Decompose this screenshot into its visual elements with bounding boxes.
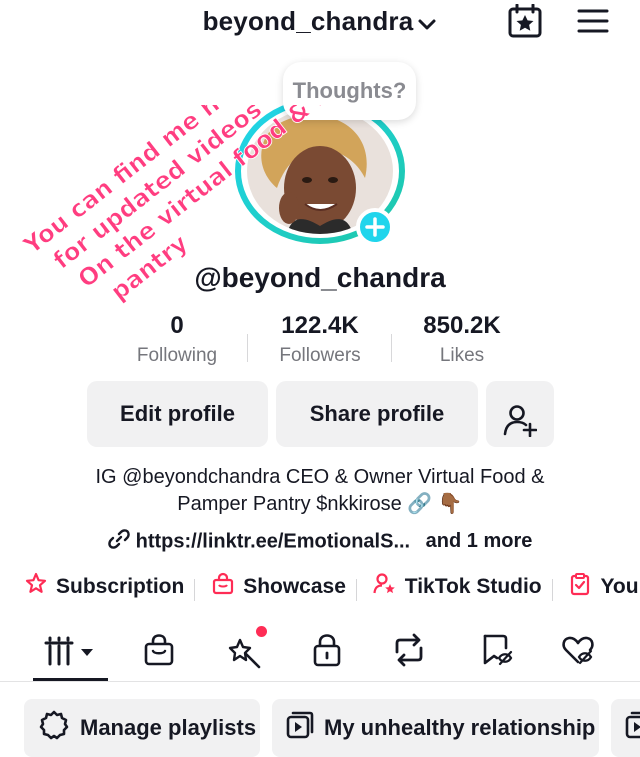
stat-followers[interactable]: 122.4K Followers <box>245 312 395 372</box>
shortcut-subscription[interactable]: Subscription <box>24 572 184 602</box>
playlist-chip-label: My unhealthy relationship <box>324 715 596 740</box>
shortcut-you-label: You <box>600 575 639 598</box>
playlist-icon <box>625 711 640 745</box>
bag-icon <box>141 634 177 672</box>
shortcut-showcase[interactable]: Showcase <box>211 572 346 602</box>
calendar-star-icon[interactable] <box>507 3 543 38</box>
following-label: Following <box>136 345 218 366</box>
tab-favorites[interactable] <box>479 632 519 672</box>
tab-shop[interactable] <box>141 632 181 672</box>
sparkle-wand-icon <box>226 638 266 676</box>
likes-label: Likes <box>439 345 485 366</box>
tab-private[interactable] <box>311 632 351 672</box>
bio-link-more[interactable]: and 1 more <box>426 530 533 552</box>
grid-bars-icon <box>44 636 100 676</box>
playlist-chip[interactable]: My unhealthy relationship <box>272 699 599 757</box>
link-icon <box>107 528 130 556</box>
shortcut-you[interactable]: You <box>568 572 639 602</box>
tabs-divider <box>0 681 640 682</box>
hamburger-menu-icon[interactable] <box>576 8 610 34</box>
profile-handle: @beyond_chandra <box>194 262 446 293</box>
playlist-chip-partial[interactable] <box>611 699 640 757</box>
lock-icon <box>311 634 343 672</box>
add-friend-button[interactable] <box>486 381 554 447</box>
tab-effects[interactable] <box>226 626 267 672</box>
shortcut-divider <box>551 579 553 602</box>
thoughts-bubble[interactable]: Thoughts? <box>283 62 416 120</box>
gear-icon <box>38 709 70 747</box>
profile-shortcuts: Subscription Showcase TikTok Studio You <box>24 572 640 604</box>
stat-likes[interactable]: 850.2K Likes <box>387 312 537 372</box>
bookmark-hidden-icon <box>479 634 515 672</box>
bio-link-row[interactable]: https://linktr.ee/EmotionalS... and 1 mo… <box>0 528 640 556</box>
add-story-button[interactable] <box>356 208 394 246</box>
profile-username-dropdown[interactable]: beyond_chandra <box>0 6 640 39</box>
edit-profile-button[interactable]: Edit profile <box>87 381 268 447</box>
shortcut-subscription-label: Subscription <box>56 575 185 598</box>
bio-line-2: Pamper Pantry $nkkirose 🔗 👇🏾 <box>177 493 463 515</box>
likes-count: 850.2K <box>423 312 501 339</box>
header-username: beyond_chandra <box>202 6 414 36</box>
chevron-down-icon <box>417 8 437 39</box>
following-count: 0 <box>170 312 184 339</box>
bio-line-1: IG @beyondchandra CEO & Owner Virtual Fo… <box>95 466 545 488</box>
svg-text:You can find me here: You can find me here <box>18 105 260 260</box>
shortcut-tiktok-studio[interactable]: TikTok Studio <box>373 572 542 602</box>
shortcut-divider <box>194 579 196 602</box>
clipboard-check-icon <box>568 572 592 602</box>
tab-liked[interactable] <box>560 632 600 672</box>
notification-dot <box>256 626 267 637</box>
tab-reposts[interactable] <box>391 632 431 672</box>
repost-icon <box>391 633 427 672</box>
shopping-bag-icon <box>211 572 235 602</box>
playlist-icon <box>286 711 314 745</box>
manage-playlists-label: Manage playlists <box>80 715 257 740</box>
manage-playlists-button[interactable]: Manage playlists <box>24 699 260 757</box>
bio-link[interactable]: https://linktr.ee/EmotionalS... <box>136 530 410 552</box>
stat-following[interactable]: 0 Following <box>102 312 252 372</box>
share-profile-button[interactable]: Share profile <box>276 381 478 447</box>
shortcut-tiktok-studio-label: TikTok Studio <box>404 575 542 598</box>
shortcut-divider <box>355 579 357 602</box>
person-star-icon <box>373 572 397 602</box>
shortcut-showcase-label: Showcase <box>243 575 346 598</box>
followers-label: Followers <box>279 345 361 366</box>
heart-hidden-icon <box>560 636 596 672</box>
followers-count: 122.4K <box>281 312 359 339</box>
add-person-icon <box>503 397 538 463</box>
subscription-star-icon <box>24 572 48 602</box>
profile-bio: IG @beyondchandra CEO & Owner Virtual Fo… <box>0 464 640 518</box>
tab-videos-grid[interactable] <box>44 632 93 672</box>
